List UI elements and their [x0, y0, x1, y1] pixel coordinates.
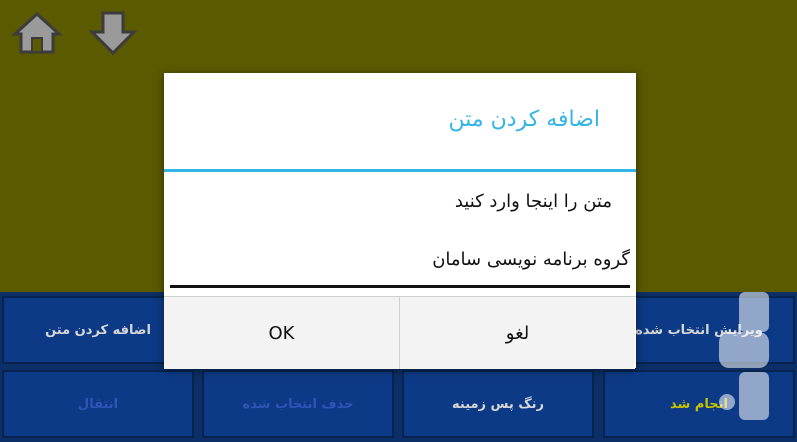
- dialog-message: متن را اینجا وارد کنید: [454, 191, 612, 212]
- ok-button[interactable]: OK: [164, 297, 399, 369]
- text-input-underline: [170, 285, 630, 288]
- cancel-button[interactable]: لغو: [400, 297, 635, 369]
- dialog-button-bar: OK لغو: [164, 296, 636, 369]
- add-text-dialog: اضافه کردن متن متن را اینجا وارد کنید OK…: [164, 73, 636, 369]
- text-input[interactable]: [170, 233, 630, 285]
- dialog-title: اضافه کردن متن: [448, 107, 600, 132]
- dialog-title-divider: [164, 169, 636, 172]
